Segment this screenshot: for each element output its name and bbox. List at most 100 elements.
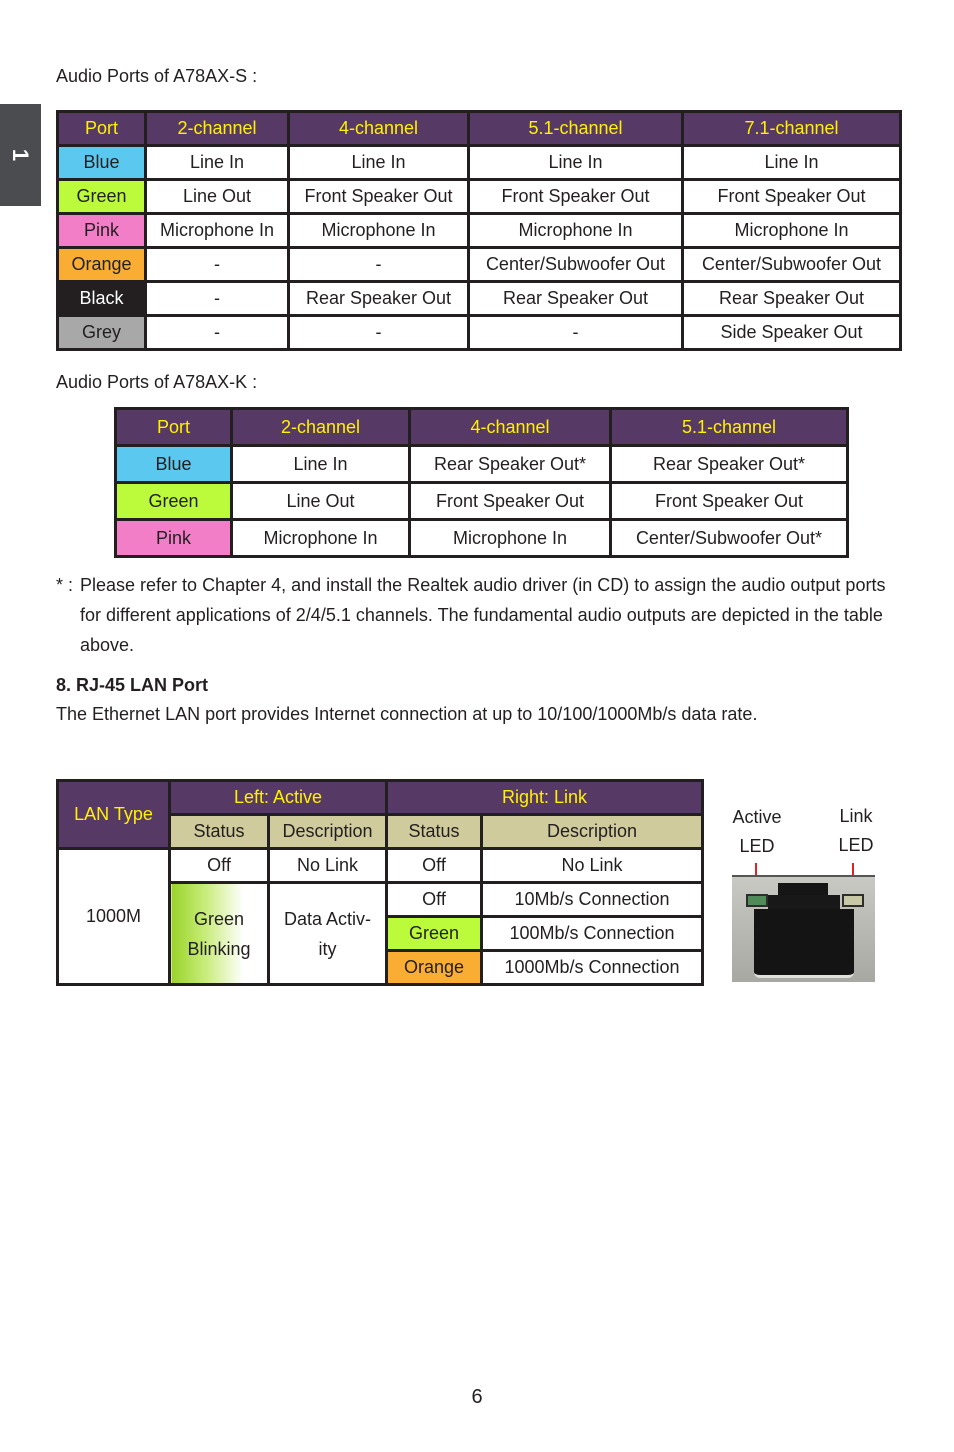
- table-cell: Off: [385, 881, 483, 918]
- table-cell: Off: [168, 847, 270, 884]
- table-cell: -: [144, 314, 290, 351]
- table-row: Green Line Out Front Speaker Out Front S…: [114, 481, 849, 521]
- table-cell: Rear Speaker Out: [467, 280, 684, 317]
- port-color-cell: Green: [56, 178, 147, 215]
- link-led-label: Link LED: [826, 802, 886, 860]
- table-cell: Rear Speaker Out*: [408, 444, 612, 484]
- table-row: Black - Rear Speaker Out Rear Speaker Ou…: [56, 280, 902, 317]
- footnote-marker: * :: [56, 575, 74, 595]
- table-cell: Line Out: [230, 481, 411, 521]
- table-cell: -: [144, 246, 290, 283]
- table-cell: Front Speaker Out: [287, 178, 470, 215]
- footnote-text: Please refer to Chapter 4, and install t…: [80, 575, 886, 655]
- header-cell: 7.1-channel: [681, 110, 902, 147]
- header-cell: 2-channel: [144, 110, 290, 147]
- table-cell: Line In: [287, 144, 470, 181]
- table-k-caption: Audio Ports of A78AX-K :: [56, 372, 258, 392]
- header-cell: 4-channel: [287, 110, 470, 147]
- table-cell: Line In: [467, 144, 684, 181]
- table-cell: Center/Subwoofer Out: [467, 246, 684, 283]
- port-color-cell: Blue: [114, 444, 233, 484]
- subheader-cell: Description: [267, 813, 388, 850]
- table-cell: Microphone In: [408, 518, 612, 558]
- header-cell: 5.1-channel: [467, 110, 684, 147]
- port-color-cell: Green: [114, 481, 233, 521]
- header-cell: Port: [56, 110, 147, 147]
- subheader-cell: Description: [479, 813, 705, 850]
- header-cell: Port: [114, 407, 233, 447]
- section-title: 8. RJ-45 LAN Port: [56, 675, 209, 695]
- table-cell: Line In: [230, 444, 411, 484]
- table-row: Green Line Out Front Speaker Out Front S…: [56, 178, 902, 215]
- footnote: * : Please refer to Chapter 4, and insta…: [56, 570, 906, 660]
- port-color-cell: Pink: [56, 212, 147, 249]
- header-cell: 2-channel: [230, 407, 411, 447]
- table-cell: Microphone In: [681, 212, 902, 249]
- table-row: Pink Microphone In Microphone In Center/…: [114, 518, 849, 558]
- table-cell: No Link: [267, 847, 388, 884]
- port-color-cell: Orange: [56, 246, 147, 283]
- label-line: Link: [839, 806, 873, 826]
- table-cell: Off: [385, 847, 483, 884]
- table-cell: Front Speaker Out: [467, 178, 684, 215]
- table-cell: Data Activ- ity: [267, 881, 388, 986]
- table-cell: 10Mb/s Connection: [479, 881, 705, 918]
- table-cell: Line In: [144, 144, 290, 181]
- table-cell: Microphone In: [467, 212, 684, 249]
- port-color-cell: Black: [56, 280, 147, 317]
- table-row: Orange - - Center/Subwoofer Out Center/S…: [56, 246, 902, 283]
- table-cell: 1000Mb/s Connection: [479, 949, 705, 986]
- table-cell: Center/Subwoofer Out*: [609, 518, 849, 558]
- table-row: Pink Microphone In Microphone In Microph…: [56, 212, 902, 249]
- table-cell: Microphone In: [230, 518, 411, 558]
- section-body: The Ethernet LAN port provides Internet …: [56, 704, 758, 724]
- table-cell: Line Out: [144, 178, 290, 215]
- table-cell: Microphone In: [144, 212, 290, 249]
- table-cell: Front Speaker Out: [609, 481, 849, 521]
- subheader-cell: Status: [385, 813, 483, 850]
- table-row: 1000M Off No Link Off No Link: [56, 847, 705, 986]
- rj45-port-image: [732, 875, 875, 982]
- right-link-header: Right: Link: [384, 779, 705, 816]
- table-cell: Line In: [681, 144, 902, 181]
- table-cell: Center/Subwoofer Out: [681, 246, 902, 283]
- table-cell: Front Speaker Out: [681, 178, 902, 215]
- left-active-header: Left: Active: [168, 779, 388, 816]
- lan-type-header: LAN Type: [56, 779, 171, 850]
- green-blinking-cell: Green Blinking: [168, 881, 270, 986]
- table-cell: Side Speaker Out: [681, 314, 902, 351]
- status-color-cell: Orange: [385, 949, 483, 986]
- header-cell: 4-channel: [408, 407, 612, 447]
- audio-ports-table-a78ax-k: Port 2-channel 4-channel 5.1-channel Blu…: [114, 407, 849, 558]
- lan-led-table: LAN Type Left: Active Right: Link Status…: [56, 779, 705, 986]
- lan-type-cell: 1000M: [56, 847, 171, 986]
- table-s-caption: Audio Ports of A78AX-S :: [56, 66, 258, 86]
- label-line: LED: [838, 835, 874, 855]
- table-cell: Rear Speaker Out: [287, 280, 470, 317]
- table-row: Grey - - - Side Speaker Out: [56, 314, 902, 351]
- table-cell: Microphone In: [287, 212, 470, 249]
- link-led-icon: [842, 894, 864, 907]
- table-cell: -: [287, 246, 470, 283]
- audio-ports-table-a78ax-s: Port 2-channel 4-channel 5.1-channel 7.1…: [56, 110, 902, 351]
- label-line: LED: [739, 836, 775, 856]
- table-cell: -: [144, 280, 290, 317]
- table-cell: Front Speaker Out: [408, 481, 612, 521]
- active-led-icon: [746, 894, 768, 907]
- port-color-cell: Pink: [114, 518, 233, 558]
- table-header-row: Port 2-channel 4-channel 5.1-channel 7.1…: [56, 110, 902, 147]
- active-led-label: Active LED: [722, 803, 792, 861]
- port-color-cell: Grey: [56, 314, 147, 351]
- table-cell: 100Mb/s Connection: [479, 915, 705, 952]
- port-color-cell: Blue: [56, 144, 147, 181]
- status-color-cell: Green: [385, 915, 483, 952]
- table-header-row: LAN Type Left: Active Right: Link: [56, 779, 705, 850]
- subheader-cell: Status: [168, 813, 270, 850]
- chapter-tab: 1: [0, 104, 41, 206]
- table-cell: No Link: [479, 847, 705, 884]
- header-cell: 5.1-channel: [609, 407, 849, 447]
- table-cell: -: [467, 314, 684, 351]
- page-number: 6: [471, 1386, 483, 1408]
- table-cell: Rear Speaker Out*: [609, 444, 849, 484]
- table-header-row: Port 2-channel 4-channel 5.1-channel: [114, 407, 849, 447]
